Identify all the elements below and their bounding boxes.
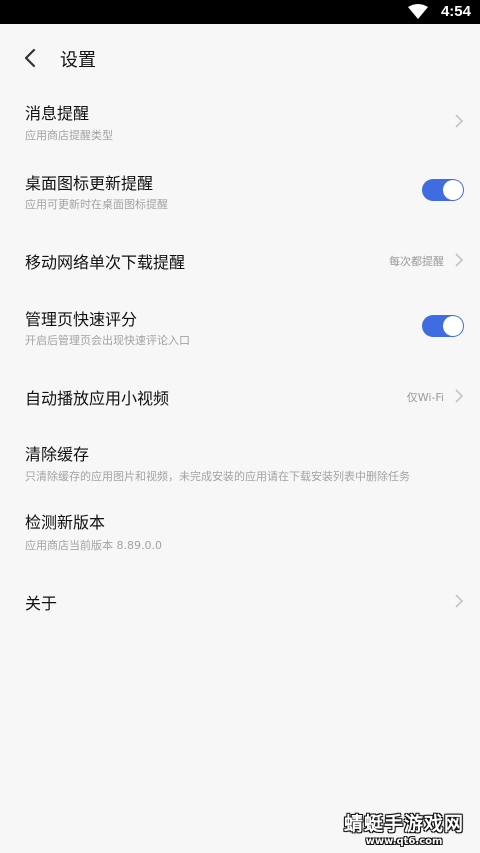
setting-title: 移动网络单次下载提醒 [25, 253, 186, 272]
setting-clear-cache[interactable]: 清除缓存 只清除缓存的应用图片和视频，未完成安装的应用请在下载安装列表中删除任务 [0, 432, 480, 492]
setting-title: 桌面图标更新提醒 [25, 174, 154, 193]
setting-title: 管理页快速评分 [25, 310, 138, 329]
desktop-icon-reminder-toggle[interactable] [422, 179, 464, 201]
setting-value: 仅Wi-Fi [406, 391, 444, 404]
toggle-knob [443, 180, 463, 200]
watermark-name: 蜻蜓手游戏网 [343, 813, 464, 835]
setting-subtitle: 只清除缓存的应用图片和视频，未完成安装的应用请在下载安装列表中删除任务 [25, 470, 410, 483]
setting-subtitle: 应用商店当前版本 8.89.0.0 [25, 539, 162, 552]
setting-message-reminder[interactable]: 消息提醒 应用商店提醒类型 [0, 92, 480, 156]
status-bar: 4:54 [0, 0, 480, 24]
app-bar: 设置 [0, 24, 480, 92]
quick-rating-toggle[interactable] [422, 315, 464, 337]
chevron-right-icon [454, 113, 464, 129]
toggle-knob [443, 316, 463, 336]
setting-value: 每次都提醒 [389, 255, 444, 268]
setting-mobile-download-reminder[interactable]: 移动网络单次下载提醒 每次都提醒 [0, 236, 480, 286]
setting-autoplay-video[interactable]: 自动播放应用小视频 仅Wi-Fi [0, 372, 480, 422]
setting-subtitle: 应用商店提醒类型 [25, 129, 113, 142]
setting-title: 检测新版本 [25, 513, 106, 532]
setting-check-update[interactable]: 检测新版本 应用商店当前版本 8.89.0.0 [0, 500, 480, 560]
setting-subtitle: 应用可更新时在桌面图标提醒 [25, 198, 168, 211]
setting-quick-rating: 管理页快速评分 开启后管理页会出现快速评论入口 [0, 296, 480, 360]
setting-title: 关于 [25, 594, 58, 613]
wifi-icon [408, 4, 428, 24]
chevron-left-icon[interactable] [20, 46, 42, 70]
chevron-right-icon [454, 593, 464, 609]
setting-about[interactable]: 关于 [0, 578, 480, 624]
page-title: 设置 [60, 50, 96, 71]
setting-subtitle: 开启后管理页会出现快速评论入口 [25, 334, 190, 347]
setting-desktop-icon-reminder: 桌面图标更新提醒 应用可更新时在桌面图标提醒 [0, 160, 480, 224]
watermark: 蜻蜓手游戏网 www.qt6.com [340, 809, 468, 847]
setting-title: 消息提醒 [25, 104, 90, 123]
status-time: 4:54 [440, 3, 471, 20]
watermark-url: www.qt6.com [365, 836, 443, 847]
chevron-right-icon [454, 252, 464, 268]
setting-title: 自动播放应用小视频 [25, 389, 170, 408]
setting-title: 清除缓存 [25, 445, 90, 464]
chevron-right-icon [454, 388, 464, 404]
